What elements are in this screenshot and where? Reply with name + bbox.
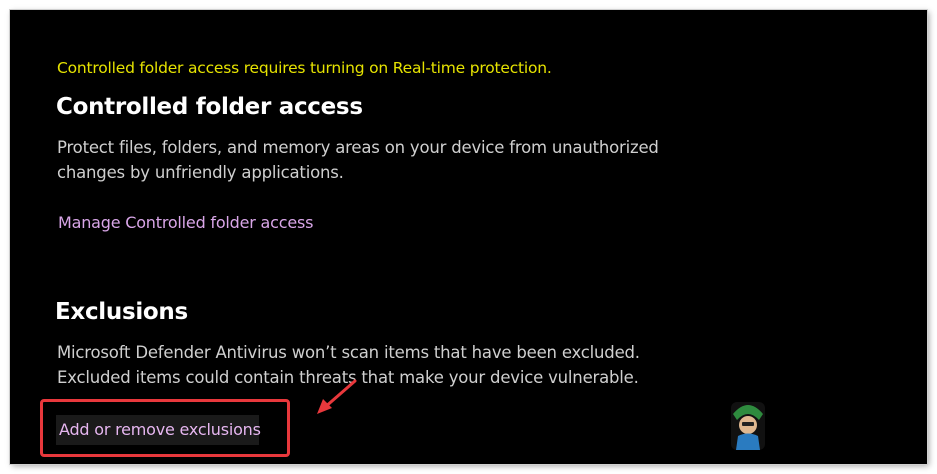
red-arrow-icon <box>317 379 357 414</box>
exclusions-title: Exclusions <box>55 299 188 325</box>
controlled-folder-access-description: Protect files, folders, and memory areas… <box>57 138 659 182</box>
settings-window: Controlled folder access requires turnin… <box>10 10 927 464</box>
highlight-box <box>40 399 290 457</box>
appuals-logo-icon <box>731 402 765 450</box>
manage-controlled-folder-access-link[interactable]: Manage Controlled folder access <box>58 213 313 232</box>
controlled-folder-access-title: Controlled folder access <box>56 94 363 120</box>
exclusions-description: Microsoft Defender Antivirus won’t scan … <box>57 343 640 387</box>
realtime-protection-warning: Controlled folder access requires turnin… <box>57 59 552 77</box>
